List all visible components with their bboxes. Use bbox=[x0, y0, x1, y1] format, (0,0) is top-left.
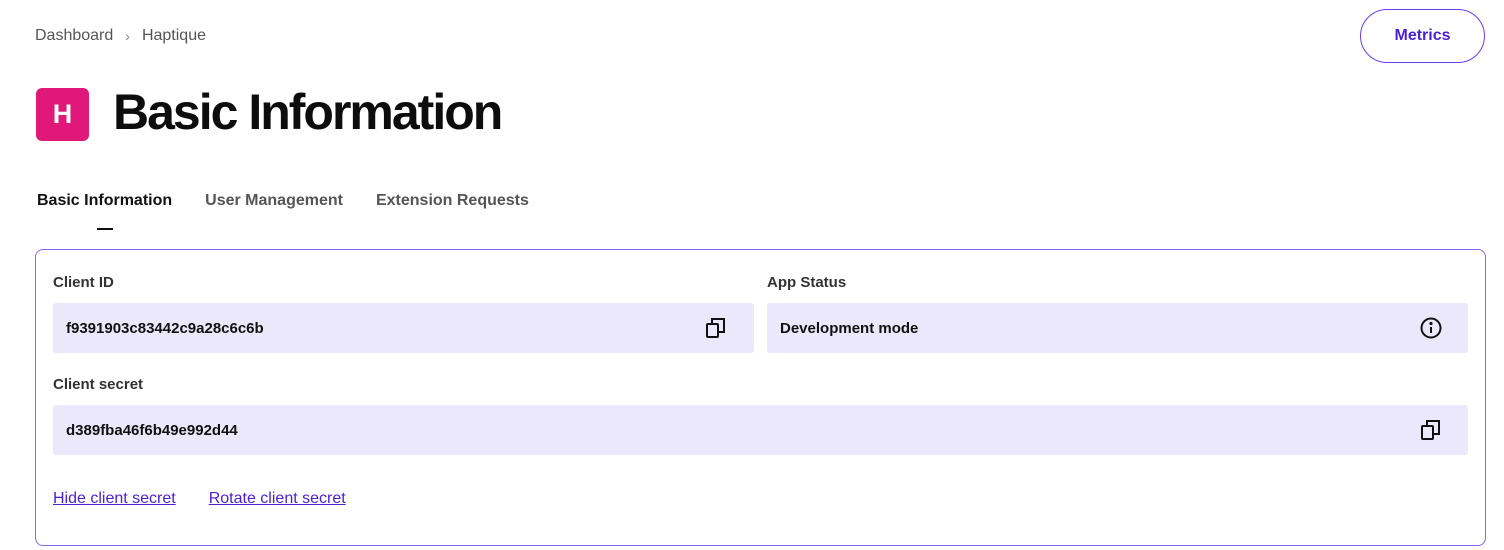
breadcrumb: Dashboard › Haptique bbox=[35, 27, 206, 45]
breadcrumb-haptique[interactable]: Haptique bbox=[142, 27, 206, 45]
app-logo: H bbox=[36, 88, 89, 141]
client-id-field: f9391903c83442c9a28c6c6b bbox=[53, 303, 754, 353]
client-secret-field: d389fba46f6b49e992d44 bbox=[53, 405, 1468, 455]
app-status-value: Development mode bbox=[780, 319, 919, 337]
credentials-card: Client ID f9391903c83442c9a28c6c6b App S… bbox=[35, 249, 1486, 546]
tab-user-management[interactable]: User Management bbox=[205, 192, 343, 216]
breadcrumb-dashboard[interactable]: Dashboard bbox=[35, 27, 113, 45]
tab-extension-requests[interactable]: Extension Requests bbox=[376, 192, 529, 216]
tab-bar: Basic Information User Management Extens… bbox=[37, 192, 529, 230]
app-status-label: App Status bbox=[767, 274, 847, 291]
client-secret-value: d389fba46f6b49e992d44 bbox=[66, 421, 238, 439]
copy-icon[interactable] bbox=[703, 315, 729, 341]
page: Dashboard › Haptique Metrics H Basic Inf… bbox=[0, 0, 1504, 550]
copy-icon[interactable] bbox=[1418, 417, 1444, 443]
client-id-label: Client ID bbox=[53, 274, 114, 291]
tab-basic-information[interactable]: Basic Information bbox=[37, 192, 172, 230]
secret-actions: Hide client secret Rotate client secret bbox=[53, 490, 346, 508]
breadcrumb-separator: › bbox=[125, 28, 130, 44]
page-title: Basic Information bbox=[113, 84, 503, 140]
hide-client-secret-link[interactable]: Hide client secret bbox=[53, 490, 176, 508]
client-id-value: f9391903c83442c9a28c6c6b bbox=[66, 319, 264, 337]
app-status-field: Development mode bbox=[767, 303, 1468, 353]
info-icon[interactable] bbox=[1418, 315, 1444, 341]
metrics-button[interactable]: Metrics bbox=[1360, 9, 1485, 63]
client-secret-label: Client secret bbox=[53, 376, 144, 393]
rotate-client-secret-link[interactable]: Rotate client secret bbox=[209, 490, 346, 508]
